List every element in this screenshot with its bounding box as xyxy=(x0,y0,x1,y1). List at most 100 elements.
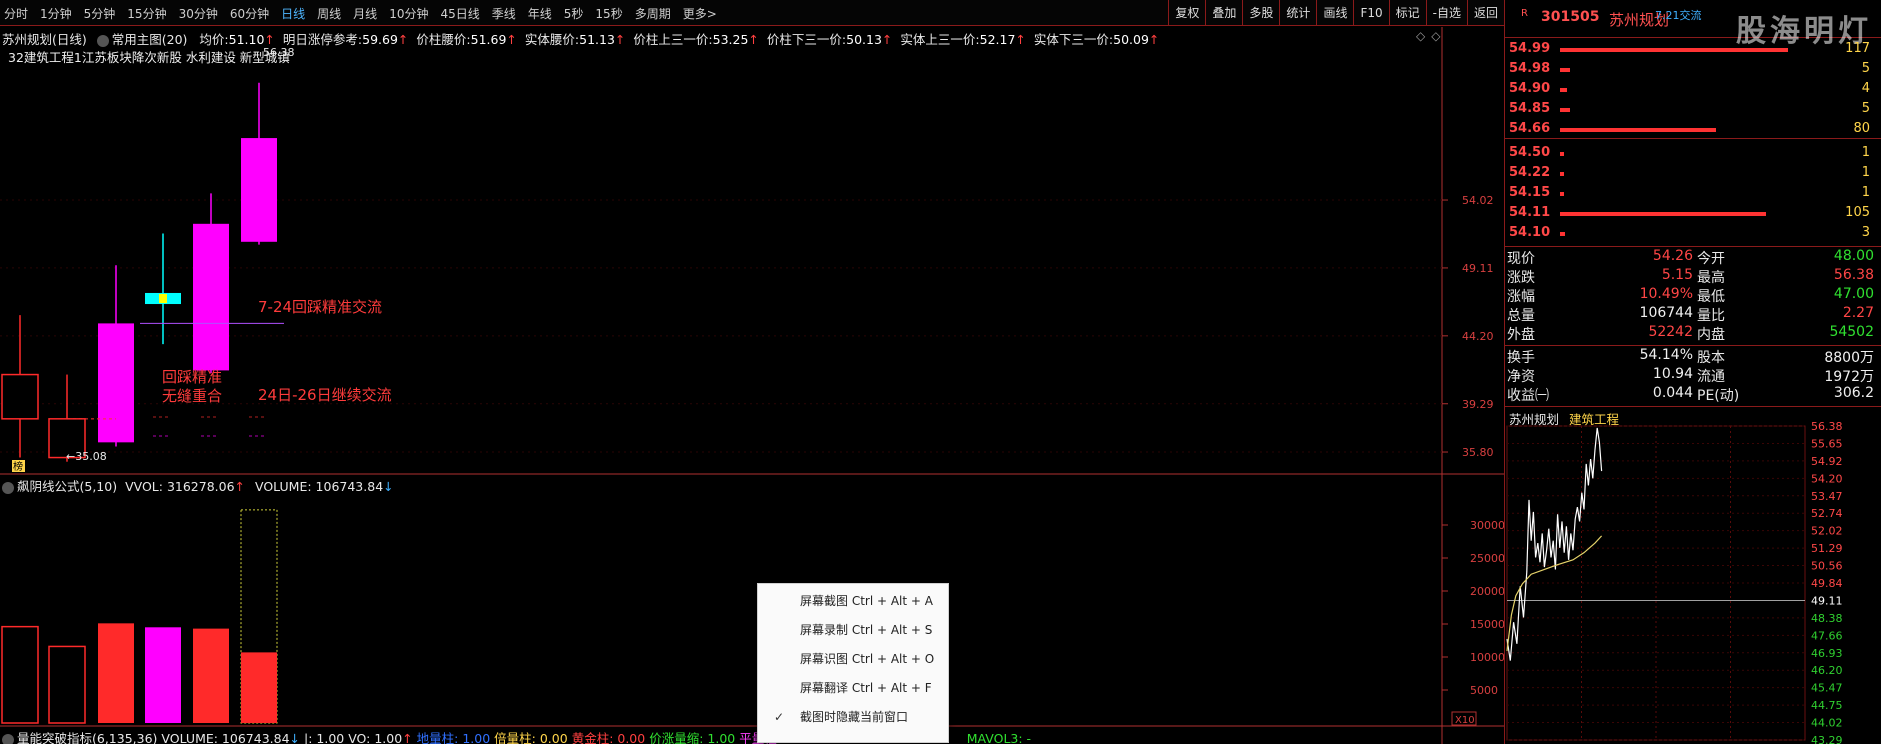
intraday-mini-chart[interactable]: 56.38 55.65 54.92 54.20 53.47 52.74 52.02 51.29… xyxy=(1505,418,1881,744)
order-book-row[interactable]: 54.22 1 xyxy=(1505,164,1881,184)
volume-formula-name[interactable]: 飙阴线公式(5,10) xyxy=(17,479,117,494)
indicator-name[interactable]: 常用主图(20) xyxy=(112,32,188,47)
stat-value: 0.044 xyxy=(1652,385,1693,401)
stat-value: 106744 xyxy=(1639,305,1693,321)
order-book-row[interactable]: 54.90 4 xyxy=(1505,80,1881,100)
order-book-row[interactable]: 54.15 1 xyxy=(1505,184,1881,204)
context-menu: 屏幕截图 Ctrl + Alt + A 屏幕录制 Ctrl + Alt + S 屏幕… xyxy=(757,583,949,743)
settings-icon[interactable] xyxy=(2,481,14,494)
quote-header: R 301505 苏州规划 7.21交流 股海明灯 xyxy=(1505,0,1881,49)
context-menu-item[interactable]: 屏幕识图 Ctrl + Alt + O xyxy=(758,646,948,672)
candle[interactable] xyxy=(241,82,277,245)
diamond-icon[interactable]: ◇ xyxy=(1416,29,1431,43)
ob-volume: 105 xyxy=(1845,205,1870,220)
context-menu-item[interactable]: ✓ 截图时隐藏当前窗口 xyxy=(758,704,948,730)
volume-bar[interactable] xyxy=(145,627,181,723)
order-book-row[interactable]: 54.98 5 xyxy=(1505,60,1881,80)
title-item-label: 价柱腰价: xyxy=(416,32,471,47)
down-arrow: ↓ xyxy=(289,731,301,744)
ob-price: 54.98 xyxy=(1509,61,1551,76)
volume-bar[interactable] xyxy=(48,645,86,724)
order-book-row[interactable]: 54.85 5 xyxy=(1505,100,1881,120)
volume-bar[interactable] xyxy=(240,509,278,724)
candle[interactable] xyxy=(145,233,181,345)
stock-name-title: 苏州规划(日线) xyxy=(2,32,87,47)
window-icons: ◇◇ xyxy=(1416,29,1446,43)
volume-unit: X10 xyxy=(1455,715,1475,726)
indicator-formula-name[interactable]: 量能突破指标(6,135,36) xyxy=(17,731,157,744)
mini-axis-label: 46.93 xyxy=(1811,647,1843,660)
stat-value: 54502 xyxy=(1829,324,1874,340)
stock-code[interactable]: 301505 xyxy=(1541,9,1599,25)
order-book-row[interactable]: 54.11 105 xyxy=(1505,204,1881,224)
up-arrow: ↑ xyxy=(1015,32,1026,47)
vvol-value: VVOL: 316278.06 xyxy=(125,479,235,494)
stat-label: 量比 xyxy=(1697,308,1725,324)
ind-hj: 黄金柱: 0.00 xyxy=(571,731,646,744)
ind-dl: 地量柱: 1.00 xyxy=(416,731,491,744)
mini-axis-label: 53.47 xyxy=(1811,490,1843,503)
ob-volume: 117 xyxy=(1845,41,1870,56)
annotation-continue: 24日-26日继续交流 xyxy=(258,386,392,404)
ob-price: 54.90 xyxy=(1509,81,1551,96)
order-book-row[interactable]: 54.66 80 xyxy=(1505,120,1881,140)
ob-volume-bar xyxy=(1560,128,1716,132)
stat-label: 总量 xyxy=(1507,308,1535,324)
volume-bar[interactable] xyxy=(98,623,134,723)
context-menu-label: 屏幕翻译 Ctrl + Alt + F xyxy=(800,681,932,695)
title-item-label: 明日涨停参考: xyxy=(282,32,363,47)
stat-label: 涨幅 xyxy=(1507,289,1535,305)
stat-value: 56.38 xyxy=(1833,267,1874,283)
mini-axis-label: 52.74 xyxy=(1811,507,1843,520)
stat-value: 8800万 xyxy=(1824,350,1874,366)
close-icon[interactable]: ◇ xyxy=(1431,29,1446,43)
context-menu-item[interactable]: 屏幕翻译 Ctrl + Alt + F xyxy=(758,675,948,701)
context-menu-item[interactable]: 屏幕截图 Ctrl + Alt + A xyxy=(758,588,948,614)
context-menu-label: 屏幕截图 Ctrl + Alt + A xyxy=(800,594,933,608)
ob-volume-bar xyxy=(1560,192,1564,196)
mini-axis-label: 46.20 xyxy=(1811,664,1843,677)
concept-tags: 32建筑工程1江苏板块降次新股 水利建设 新型城镇 xyxy=(8,50,290,65)
settings-icon[interactable] xyxy=(96,34,109,47)
mini-axis-label: 45.47 xyxy=(1811,682,1843,695)
stat-row: 总量 106744 量比 2.27 xyxy=(1505,305,1881,324)
price-axis-label: 49.11 xyxy=(1462,262,1494,275)
order-book-row[interactable]: 54.50 1 xyxy=(1505,144,1881,164)
order-book-row[interactable]: 54.99 117 xyxy=(1505,40,1881,60)
ind-jz: 价涨量缩: 1.00 xyxy=(649,731,736,744)
candle[interactable] xyxy=(193,193,229,374)
candle[interactable] xyxy=(1,315,39,458)
settings-icon[interactable] xyxy=(2,733,14,744)
mini-axis-label: 51.29 xyxy=(1811,542,1843,555)
stock-terminal: 分时 1分钟 5分钟 15分钟 30分钟 60分钟 日线 周线 月线 10分钟 45日线 季线 年线 5秒… xyxy=(0,0,1881,744)
title-item-label: 均价: xyxy=(199,32,229,47)
kline-chart[interactable]: 54.02 49.11 44.20 39.29 35.80 30000 25000 20000… xyxy=(0,0,1504,744)
volume-value: VOLUME: 106743.84 xyxy=(255,479,384,494)
stat-label: 内盘 xyxy=(1697,327,1725,343)
title-item-value: 53.25 xyxy=(712,32,749,47)
price-axis-label: 44.20 xyxy=(1462,330,1494,343)
volume-bar[interactable] xyxy=(193,628,229,723)
context-menu-label: 截图时隐藏当前窗口 xyxy=(800,710,909,724)
stat-value: 306.2 xyxy=(1833,385,1874,401)
low-price-label: ←35.08 xyxy=(66,450,107,463)
up-arrow: ↑ xyxy=(1148,32,1160,47)
stat-label: 净资 xyxy=(1507,369,1535,385)
annotation-overlap: 无缝重合 xyxy=(162,387,223,405)
stat-value: 47.00 xyxy=(1833,286,1874,302)
title-item-label: 实体上三一价: xyxy=(900,32,980,47)
volume-axis-label: 15000 xyxy=(1470,618,1504,631)
title-item-value: 52.17 xyxy=(979,32,1016,47)
up-arrow: ↑ xyxy=(397,32,409,47)
up-arrow: ↑ xyxy=(881,32,893,47)
stat-label: 外盘 xyxy=(1507,327,1535,343)
ob-price: 54.85 xyxy=(1509,101,1551,116)
ob-price: 54.50 xyxy=(1509,145,1551,160)
candle[interactable] xyxy=(48,374,86,462)
ob-volume: 1 xyxy=(1861,145,1870,160)
context-menu-item[interactable]: 屏幕录制 Ctrl + Alt + S xyxy=(758,617,948,643)
ob-volume-bar xyxy=(1560,108,1570,112)
ob-volume-bar xyxy=(1560,232,1565,236)
volume-bar[interactable] xyxy=(1,625,39,724)
order-book-row[interactable]: 54.10 3 xyxy=(1505,224,1881,244)
